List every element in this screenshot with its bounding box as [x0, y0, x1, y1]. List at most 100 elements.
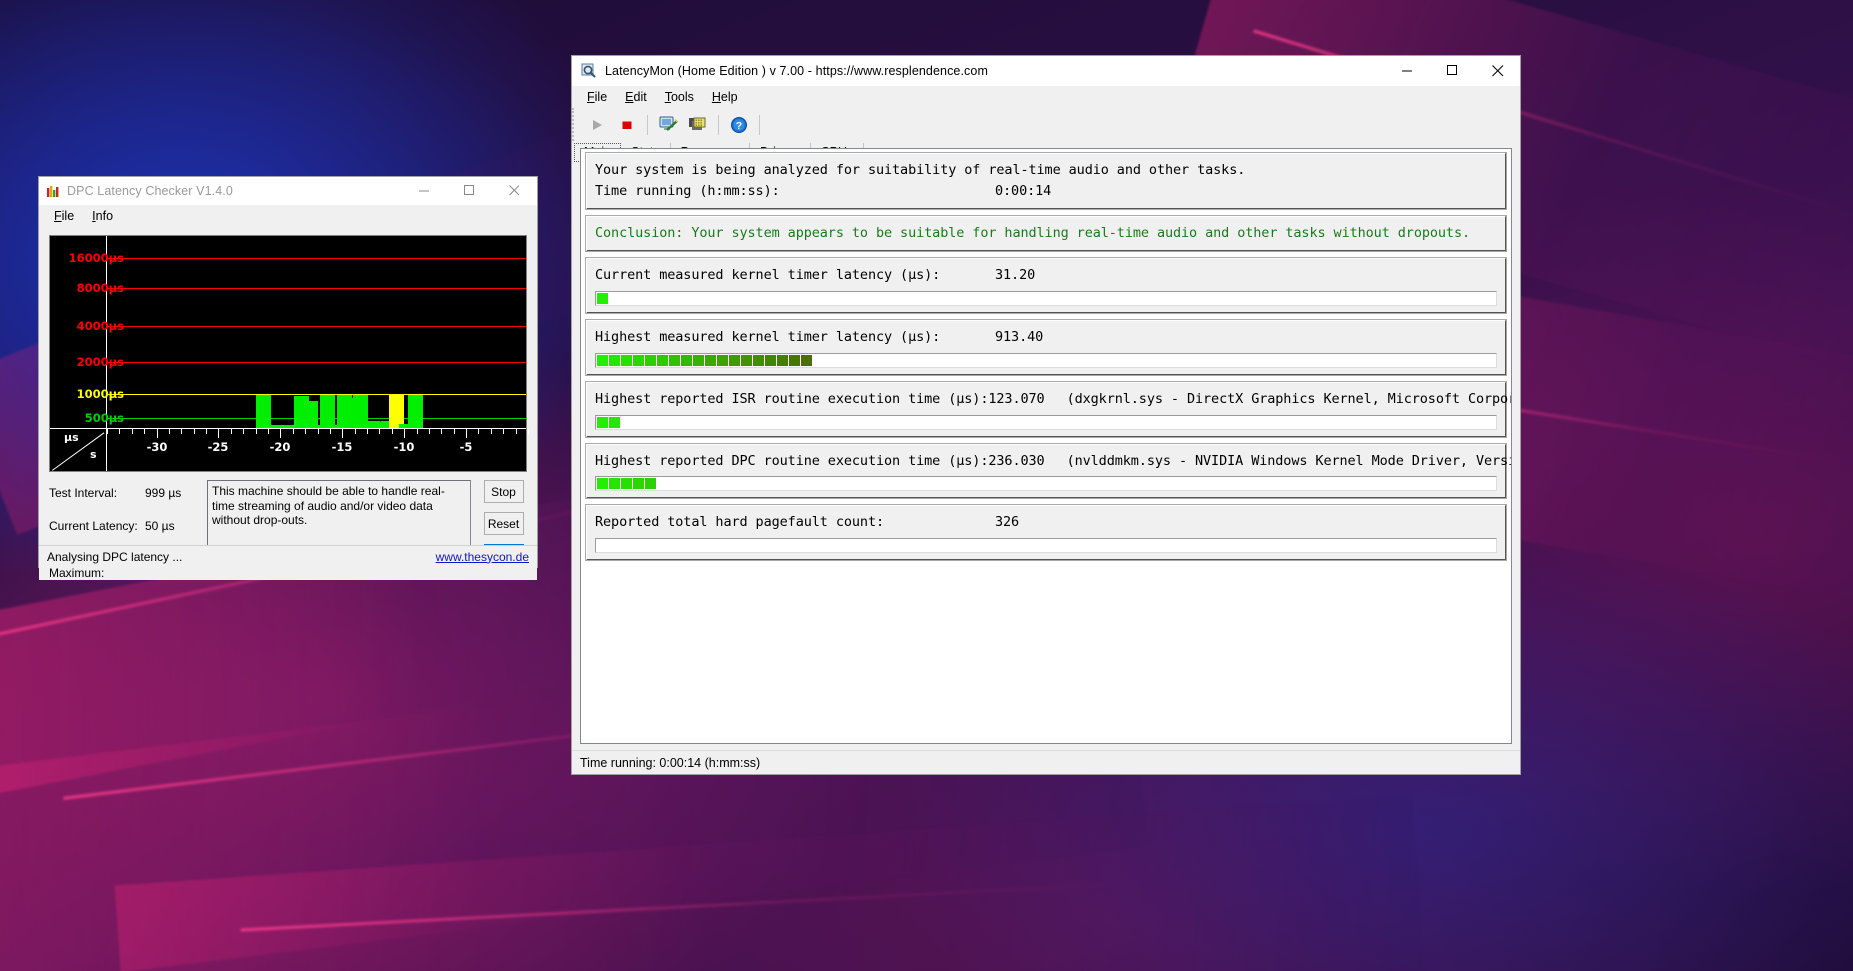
metric-progress-bar: [595, 476, 1497, 492]
latencymon-toolbar[interactable]: ?: [572, 108, 1520, 141]
progress-segment: [681, 354, 692, 366]
graph-x-tick: [132, 429, 133, 434]
graph-x-tick: [429, 429, 430, 434]
copy-icon[interactable]: [683, 111, 713, 139]
metric-label: Highest measured kernel timer latency (µ…: [595, 328, 941, 345]
reset-button[interactable]: Reset: [483, 512, 524, 535]
metric-panel: Highest reported ISR routine execution t…: [585, 380, 1511, 438]
stat-test-interval: Test Interval: 999 µs: [49, 486, 207, 500]
metrics-list: Current measured kernel timer latency (µ…: [585, 256, 1511, 562]
stop-button[interactable]: Stop: [483, 480, 524, 503]
graph-x-tick: [355, 429, 356, 434]
graph-x-tick: [330, 429, 331, 434]
graph-x-tick: [293, 429, 294, 434]
graph-bar: [320, 395, 335, 428]
progress-segment: [597, 478, 608, 490]
metric-value: 913.40: [995, 328, 1044, 345]
graph-x-tick: [243, 429, 244, 434]
bar-chart-icon: [47, 185, 59, 197]
graph-x-tick: [454, 429, 455, 434]
metric-label: Highest reported DPC routine execution t…: [595, 452, 989, 469]
metric-row: Highest reported DPC routine execution t…: [595, 451, 1511, 472]
progress-segment: [645, 354, 656, 366]
metric-value: 326: [995, 514, 1020, 531]
metric-row: Highest measured kernel timer latency (µ…: [595, 327, 1497, 348]
metric-value: 31.20: [995, 266, 1036, 283]
latencymon-statusbar: Time running: 0:00:14 (h:mm:ss): [572, 750, 1520, 774]
graph-x-tick: [169, 429, 170, 434]
menu-file[interactable]: File: [578, 88, 616, 106]
graph-x-axis-unit: s: [90, 448, 97, 461]
graph-plot-area: [107, 236, 526, 428]
dpc-body: 16000µs 8000µs 4000µs 2000µs 1000µs 500µs -30-…: [39, 227, 537, 580]
graph-x-tick: [194, 429, 195, 434]
latencymon-titlebar[interactable]: LatencyMon (Home Edition ) v 7.00 - http…: [572, 56, 1520, 86]
progress-segment: [789, 354, 800, 366]
progress-segment: [729, 354, 740, 366]
latencymon-window-title: LatencyMon (Home Edition ) v 7.00 - http…: [605, 63, 988, 78]
stat-label: Current Latency:: [49, 519, 138, 533]
graph-x-tick: [404, 429, 405, 438]
toolbar-separator: [759, 114, 760, 135]
conclusion-panel: Conclusion: Your system appears to be su…: [585, 214, 1507, 252]
metric-progress-bar: [595, 414, 1497, 430]
progress-segment: [609, 416, 620, 428]
metric-row: Current measured kernel timer latency (µ…: [595, 265, 1497, 286]
graph-x-tick: [466, 429, 467, 438]
dpc-latency-checker-window[interactable]: DPC Latency Checker V1.4.0 File Info 160…: [38, 176, 538, 580]
graph-x-tick: [478, 429, 479, 434]
play-icon[interactable]: [582, 111, 612, 139]
time-running-row: Time running (h:mm:ss): 0:00:14: [595, 181, 1497, 202]
menu-tools[interactable]: Tools: [656, 88, 703, 106]
minimize-icon[interactable]: [402, 176, 447, 206]
summary-panel: Your system is being analyzed for suitab…: [585, 152, 1507, 210]
magnifier-icon: [581, 63, 597, 79]
metric-panel: Highest reported DPC routine execution t…: [585, 442, 1511, 500]
graph-x-tick: [392, 429, 393, 434]
help-icon[interactable]: ?: [724, 111, 754, 139]
graph-x-tick: [491, 429, 492, 434]
metric-detail: (dxgkrnl.sys - DirectX Graphics Kernel, …: [1066, 390, 1512, 407]
progress-segment: [693, 354, 704, 366]
stop-icon[interactable]: [612, 111, 642, 139]
metric-label: Current measured kernel timer latency (µ…: [595, 266, 941, 283]
dpc-menubar[interactable]: File Info: [39, 205, 537, 227]
minimize-icon[interactable]: [1385, 56, 1430, 86]
dpc-menu-info[interactable]: Info: [83, 207, 122, 225]
progress-segment: [777, 354, 788, 366]
dpc-graph-container: 16000µs 8000µs 4000µs 2000µs 1000µs 500µs -30-…: [39, 227, 537, 476]
graph-x-tick: [107, 429, 108, 434]
progress-segment: [609, 354, 620, 366]
graph-x-tick: [268, 429, 269, 434]
graph-x-tick: [503, 429, 504, 434]
metric-detail: (nvlddmkm.sys - NVIDIA Windows Kernel Mo…: [1066, 452, 1511, 469]
latencymon-menubar[interactable]: File Edit Tools Help: [572, 86, 1520, 108]
menu-edit[interactable]: Edit: [616, 88, 656, 106]
metric-panel: Highest measured kernel timer latency (µ…: [585, 318, 1507, 376]
report-icon[interactable]: [653, 111, 683, 139]
dpc-menu-file[interactable]: File: [45, 207, 83, 225]
metric-progress-bar: [595, 290, 1497, 306]
latencymon-main-panel: Your system is being analyzed for suitab…: [580, 148, 1512, 744]
close-icon[interactable]: [492, 176, 537, 206]
graph-x-tick: [144, 429, 145, 434]
dpc-titlebar[interactable]: DPC Latency Checker V1.4.0: [39, 177, 537, 205]
graph-x-label: -10: [393, 440, 415, 454]
metric-value: 236.030: [988, 452, 1045, 469]
graph-x-label: -25: [207, 440, 229, 454]
close-icon[interactable]: [1475, 56, 1520, 86]
thesycon-link[interactable]: www.thesycon.de: [436, 550, 529, 564]
maximize-icon[interactable]: [1430, 56, 1475, 86]
menu-help[interactable]: Help: [703, 88, 747, 106]
latencymon-status-text: Time running: 0:00:14 (h:mm:ss): [580, 755, 761, 770]
stat-value: 999 µs: [145, 486, 182, 500]
maximize-icon[interactable]: [447, 176, 492, 206]
analysis-line: Your system is being analyzed for suitab…: [595, 162, 1246, 178]
stat-label: Test Interval:: [49, 486, 118, 500]
progress-segment: [633, 354, 644, 366]
progress-segment: [633, 478, 644, 490]
graph-x-tick: [256, 429, 257, 434]
latencymon-window[interactable]: LatencyMon (Home Edition ) v 7.00 - http…: [571, 55, 1521, 775]
graph-x-tick: [280, 429, 281, 438]
progress-segment: [597, 416, 608, 428]
